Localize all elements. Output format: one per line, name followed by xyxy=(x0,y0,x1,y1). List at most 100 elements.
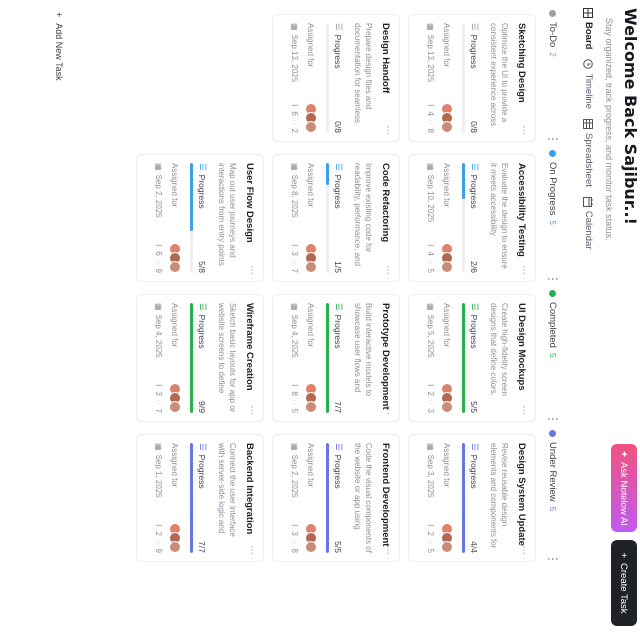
avatar-group[interactable] xyxy=(441,383,453,413)
progress-icon: ☰ xyxy=(470,163,480,171)
ask-ai-label: Ask Notelow AI xyxy=(618,462,630,526)
more-icon[interactable]: ⋯ xyxy=(518,265,529,275)
task-card[interactable]: Design Handoff ⋯ Prepare design files and … xyxy=(272,14,400,142)
tab-board[interactable]: Board xyxy=(583,8,594,49)
avatar-group[interactable] xyxy=(169,383,181,413)
avatar xyxy=(305,541,317,553)
avatar-group[interactable] xyxy=(441,103,453,133)
progress-label: Progress xyxy=(197,454,208,489)
ask-ai-button[interactable]: ✦ Ask Notelow AI xyxy=(611,444,637,532)
assigned-label: Assigned for xyxy=(170,443,180,488)
more-icon[interactable]: ⋮ xyxy=(546,273,560,286)
task-card[interactable]: Code Refactoring ⋯ Improve existing code f… xyxy=(272,154,400,282)
tab-board-label: Board xyxy=(583,22,594,50)
comment-count: 5 xyxy=(290,408,299,413)
avatar-group[interactable] xyxy=(305,523,317,553)
more-icon[interactable]: ⋯ xyxy=(382,405,393,415)
more-icon[interactable]: ⋮ xyxy=(546,133,560,146)
assigned-label: Assigned for xyxy=(306,23,316,68)
progress-icon: ☰ xyxy=(334,163,344,171)
progress-icon: ☰ xyxy=(334,303,344,311)
avatar-group[interactable] xyxy=(441,243,453,273)
attachment-icon[interactable]: ⌇ xyxy=(290,383,299,387)
task-card[interactable]: Frontend Development ⋯ Code the visual com… xyxy=(272,434,400,562)
comment-icon[interactable]: ◌ xyxy=(154,260,163,265)
create-task-label: Create Task xyxy=(618,563,630,614)
comment-icon[interactable]: ◌ xyxy=(290,260,299,265)
task-description: Optimize the UI to provide a consistent … xyxy=(489,23,509,127)
board-canvas: Welcome Back Sajibur..! Stay organized, … xyxy=(0,0,640,640)
attachment-icon[interactable]: ⌇ xyxy=(426,103,435,107)
task-card[interactable]: Accessibility Testing ⋯ Evaluate the desig… xyxy=(408,154,536,282)
task-card[interactable]: Design System Update ⋯ Revise reusable des… xyxy=(408,434,536,562)
tab-spreadsheet[interactable]: Spreadsheet xyxy=(583,119,594,187)
progress-icon: ☰ xyxy=(334,23,344,31)
attachment-icon[interactable]: ⌇ xyxy=(154,523,163,527)
progress-label: Progress xyxy=(197,314,208,349)
comment-count: 8 xyxy=(290,548,299,553)
task-title: Design Handoff xyxy=(380,23,391,94)
more-icon[interactable]: ⋯ xyxy=(246,265,257,275)
avatar xyxy=(305,261,317,273)
tab-timeline[interactable]: Timeline xyxy=(583,59,594,109)
avatar-group[interactable] xyxy=(169,523,181,553)
more-icon[interactable]: ⋯ xyxy=(518,125,529,135)
comment-icon[interactable]: ◌ xyxy=(426,400,435,405)
comment-icon[interactable]: ◌ xyxy=(290,540,299,545)
more-icon[interactable]: ⋮ xyxy=(546,413,560,426)
more-icon[interactable]: ⋯ xyxy=(518,405,529,415)
attachment-icon[interactable]: ⌇ xyxy=(154,383,163,387)
progress-fill xyxy=(462,163,465,200)
tab-calendar[interactable]: Calendar xyxy=(583,196,594,249)
task-title: User Flow Design xyxy=(244,163,255,243)
task-card[interactable]: UI Design Mockups ⋯ Create high-fidelity s… xyxy=(408,294,536,422)
task-card[interactable]: Backend Integration ⋯ Connect the user int… xyxy=(136,434,264,562)
comment-icon[interactable]: ◌ xyxy=(290,120,299,125)
comment-icon[interactable]: ◌ xyxy=(426,540,435,545)
more-icon[interactable]: ⋯ xyxy=(246,545,257,555)
progress-bar xyxy=(190,163,193,273)
comment-icon[interactable]: ◌ xyxy=(426,260,435,265)
more-icon[interactable]: ⋯ xyxy=(246,405,257,415)
comment-icon[interactable]: ◌ xyxy=(154,400,163,405)
attachment-count: 3 xyxy=(290,531,299,536)
progress-bar xyxy=(462,163,465,273)
attachment-icon[interactable]: ⌇ xyxy=(290,243,299,247)
attachment-icon[interactable]: ⌇ xyxy=(426,383,435,387)
progress-bar xyxy=(326,163,329,273)
due-date: Sep 10, 2025 xyxy=(426,174,435,223)
task-card[interactable]: Prototype Development ⋯ Build interactive … xyxy=(272,294,400,422)
avatar-group[interactable] xyxy=(305,103,317,133)
task-card[interactable]: User Flow Design ⋯ Map out user journeys a… xyxy=(136,154,264,282)
attachment-count: 4 xyxy=(426,251,435,256)
attachment-icon[interactable]: ⌇ xyxy=(426,243,435,247)
assigned-label: Assigned for xyxy=(170,303,180,348)
task-description: Connect the user interface with server-s… xyxy=(217,443,237,537)
task-card[interactable]: Sketching Design ⋯ Optimize the UI to prov… xyxy=(408,14,536,142)
avatar-group[interactable] xyxy=(441,523,453,553)
more-icon[interactable]: ⋯ xyxy=(382,265,393,275)
more-icon[interactable]: ⋮ xyxy=(546,553,560,566)
attachment-icon[interactable]: ⌇ xyxy=(426,523,435,527)
avatar-group[interactable] xyxy=(305,243,317,273)
create-task-button[interactable]: + Create Task xyxy=(611,540,637,626)
comment-icon[interactable]: ◌ xyxy=(426,120,435,125)
progress-icon: ☰ xyxy=(198,443,208,451)
page-title: Welcome Back Sajibur..! xyxy=(621,8,640,225)
comment-icon[interactable]: ◌ xyxy=(290,400,299,405)
more-icon[interactable]: ⋯ xyxy=(518,545,529,555)
attachment-icon[interactable]: ⌇ xyxy=(154,243,163,247)
more-icon[interactable]: ⋯ xyxy=(382,545,393,555)
add-new-task-button[interactable]: + Add New Task xyxy=(54,12,64,81)
task-title: Code Refactoring xyxy=(380,163,391,243)
attachment-icon[interactable]: ⌇ xyxy=(290,523,299,527)
comment-icon[interactable]: ◌ xyxy=(154,540,163,545)
avatar-group[interactable] xyxy=(169,243,181,273)
avatar-group[interactable] xyxy=(305,383,317,413)
attachment-icon[interactable]: ⌇ xyxy=(290,103,299,107)
progress-count: 9/9 xyxy=(197,401,208,413)
task-description: Evaluate the design to ensure it meets a… xyxy=(489,163,509,269)
progress-label: Progress xyxy=(333,34,344,69)
more-icon[interactable]: ⋯ xyxy=(382,125,393,135)
task-card[interactable]: Wireframe Creation ⋯ Sketch basic layouts … xyxy=(136,294,264,422)
